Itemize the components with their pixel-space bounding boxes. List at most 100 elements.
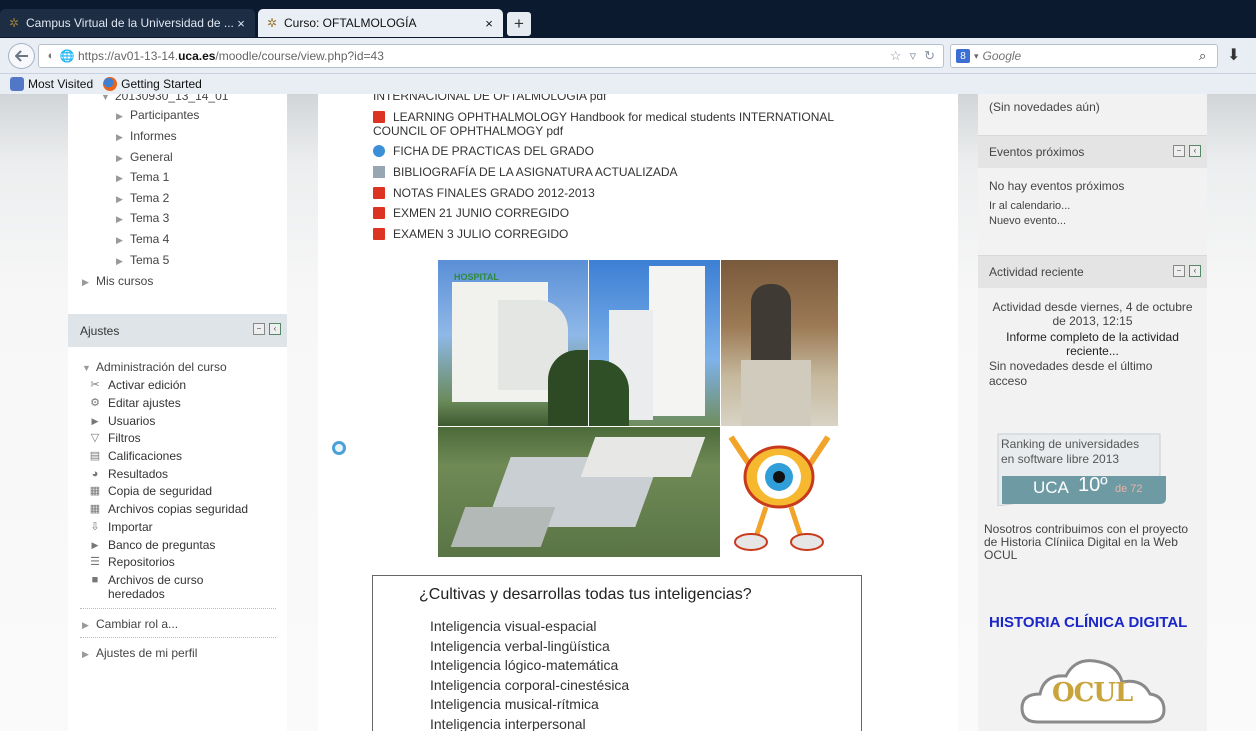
- collapse-icon[interactable]: −: [1173, 145, 1185, 157]
- nav-item-tema-1[interactable]: ▶ Tema 1: [116, 170, 169, 184]
- nav-cambiar-rol[interactable]: ▶ Cambiar rol a...: [82, 617, 178, 631]
- bookmark-getting-started[interactable]: Getting Started: [103, 77, 202, 91]
- search-engine-dropdown-icon[interactable]: ▾: [974, 51, 979, 62]
- outcomes-icon: ◕: [91, 468, 99, 480]
- collapse-icon[interactable]: −: [1173, 265, 1185, 277]
- admin-label: Archivos copias seguridad: [108, 502, 249, 516]
- url-dropdown-icon[interactable]: ▿: [910, 48, 917, 64]
- resource-ficha-practicas[interactable]: FICHA DE PRACTICAS DEL GRADO: [373, 144, 594, 158]
- tab-close-icon[interactable]: ×: [481, 16, 497, 31]
- dock-icon[interactable]: ‹: [1189, 145, 1201, 157]
- resource-exmen-21-junio[interactable]: EXMEN 21 JUNIO CORREGIDO: [373, 206, 569, 220]
- dock-icon[interactable]: ‹: [269, 323, 281, 335]
- eye-mascot-icon: [728, 435, 831, 551]
- go-calendar-link[interactable]: Ir al calendario...: [989, 200, 1070, 212]
- resource-bibliografia[interactable]: BIBLIOGRAFÍA DE LA ASIGNATURA ACTUALIZAD…: [373, 165, 678, 179]
- chevron-right-icon: ▶: [116, 194, 123, 204]
- eye-mascot-image: [721, 427, 838, 557]
- full-report-link[interactable]: reciente...: [978, 344, 1207, 358]
- nav-item-tema-3[interactable]: ▶ Tema 3: [116, 211, 169, 225]
- admin-label: Banco de preguntas: [108, 538, 216, 552]
- ranking-position: 10º: [1078, 474, 1108, 496]
- admin-label-line: Archivos de curso: [108, 573, 204, 587]
- full-report-link[interactable]: Informe completo de la actividad: [978, 330, 1207, 344]
- search-input[interactable]: [982, 49, 1199, 63]
- admin-importar[interactable]: ⇩ Importar: [88, 520, 153, 534]
- building-shape: [580, 437, 706, 477]
- new-tab-button[interactable]: +: [507, 12, 531, 36]
- admin-label-multiline: Archivos de curso heredados: [108, 573, 203, 601]
- back-button[interactable]: [8, 43, 35, 69]
- aerial-hospital-photo: [438, 427, 720, 557]
- nav-item-general[interactable]: ▶ General: [116, 150, 173, 164]
- admin-filtros[interactable]: ▽ Filtros: [88, 431, 141, 445]
- admin-calificaciones[interactable]: ▤ Calificaciones: [88, 449, 182, 463]
- building-shape: [450, 507, 556, 547]
- bookmark-most-visited[interactable]: Most Visited: [10, 77, 93, 91]
- admin-archivos-copias[interactable]: ▦ Archivos copias seguridad: [88, 502, 248, 516]
- tower-building-photo: [589, 260, 720, 426]
- admin-label-line: heredados: [108, 587, 165, 601]
- backup-icon: ▦: [89, 485, 101, 497]
- dock-icon[interactable]: ‹: [1189, 265, 1201, 277]
- admin-editar-ajustes[interactable]: ⚙ Editar ajustes: [88, 396, 181, 410]
- nav-item-tema-4[interactable]: ▶ Tema 4: [116, 232, 169, 246]
- browser-tab-bar: ✲ Campus Virtual de la Universidad de ..…: [0, 0, 1256, 38]
- pdf-icon: [373, 111, 385, 123]
- ocul-logo[interactable]: OCUL: [1018, 650, 1168, 730]
- nav-item-participantes[interactable]: ▶ Participantes: [116, 108, 199, 122]
- building-shape: [649, 266, 705, 416]
- search-bar[interactable]: 8 ▾ ⌕: [950, 44, 1218, 68]
- nav-item-informes[interactable]: ▶ Informes: [116, 129, 177, 143]
- search-engine-icon[interactable]: 8: [956, 49, 970, 63]
- search-go-icon[interactable]: ⌕: [1199, 48, 1217, 64]
- admin-resultados[interactable]: ◕ Resultados: [88, 467, 168, 481]
- doc-icon: [373, 166, 385, 178]
- identity-shield-icon[interactable]: ◐: [43, 50, 59, 62]
- historia-clinica-digital-title[interactable]: HISTORIA CLÍNICA DIGITAL: [989, 614, 1187, 631]
- nav-item-tema-2[interactable]: ▶ Tema 2: [116, 191, 169, 205]
- tab-close-icon[interactable]: ×: [233, 16, 249, 31]
- nav-admin-curso[interactable]: ▼ Administración del curso: [82, 360, 227, 374]
- intelligences-box: ¿Cultivas y desarrollas todas tus inteli…: [372, 575, 862, 731]
- admin-banco-preguntas[interactable]: ▶ Banco de preguntas: [88, 538, 216, 552]
- ranking-banner[interactable]: Ranking de universidades en software lib…: [988, 430, 1168, 507]
- admin-copia-seguridad[interactable]: ▦ Copia de seguridad: [88, 484, 212, 498]
- edit-tools-icon: ✂: [90, 379, 100, 391]
- statue-shape: [751, 284, 791, 364]
- ranking-title: Ranking de universidades: [1001, 437, 1140, 451]
- resource-cut[interactable]: INTERNACIONAL DE OFTALMOLOGIA pdf: [373, 94, 606, 103]
- hospital-photo-collage: HOSPITAL: [438, 260, 838, 557]
- url-text[interactable]: https://av01-13-14.uca.es/moodle/course/…: [75, 49, 890, 63]
- new-event-link[interactable]: Nuevo evento...: [989, 215, 1066, 227]
- chevron-down-icon: ▼: [82, 363, 91, 373]
- nav-item-mis-cursos[interactable]: ▶ Mis cursos: [82, 274, 153, 288]
- admin-label: Importar: [108, 520, 153, 534]
- reload-icon[interactable]: ↻: [924, 48, 935, 64]
- admin-activar-edicion[interactable]: ✂ Activar edición: [88, 378, 186, 392]
- admin-repositorios[interactable]: ☰ Repositorios: [88, 555, 175, 569]
- chevron-right-icon: ▶: [116, 214, 123, 224]
- admin-usuarios[interactable]: ▶ Usuarios: [88, 414, 156, 428]
- nav-item-tema-5[interactable]: ▶ Tema 5: [116, 253, 169, 267]
- resource-examen-3-julio[interactable]: EXAMEN 3 JULIO CORREGIDO: [373, 227, 568, 241]
- hospital-sign: HOSPITAL: [454, 272, 499, 282]
- gear-icon: ⚙: [90, 397, 100, 409]
- web-icon: [373, 145, 385, 157]
- nav-course-cut[interactable]: ▼ 20130930_13_14_01: [101, 94, 228, 103]
- bookmark-star-icon[interactable]: ☆: [890, 48, 902, 64]
- resource-notas-finales[interactable]: NOTAS FINALES GRADO 2012-2013: [373, 186, 595, 200]
- tab-curso-oftalmologia[interactable]: ✲ Curso: OFTALMOLOGÍA ×: [258, 9, 503, 37]
- nav-ajustes-perfil[interactable]: ▶ Ajustes de mi perfil: [82, 646, 197, 660]
- resource-learning-ophthalmology[interactable]: LEARNING OPHTHALMOLOGY Handbook for medi…: [373, 110, 834, 138]
- nav-label: 20130930_13_14_01: [115, 94, 229, 103]
- url-bar[interactable]: ◐ 🌐 https://av01-13-14.uca.es/moodle/cou…: [38, 44, 944, 68]
- tab-campus-virtual[interactable]: ✲ Campus Virtual de la Universidad de ..…: [0, 9, 255, 37]
- activity-since-line: de 2013, 12:15: [1052, 314, 1133, 328]
- firefox-icon: [103, 77, 118, 91]
- nav-label: Administración del curso: [96, 360, 227, 374]
- admin-archivos-heredados[interactable]: ■ Archivos de curso heredados: [88, 573, 204, 601]
- download-icon[interactable]: ⬇: [1227, 45, 1240, 65]
- collapse-icon[interactable]: −: [253, 323, 265, 335]
- resource-label: INTERNACIONAL DE OFTALMOLOGIA pdf: [373, 94, 607, 103]
